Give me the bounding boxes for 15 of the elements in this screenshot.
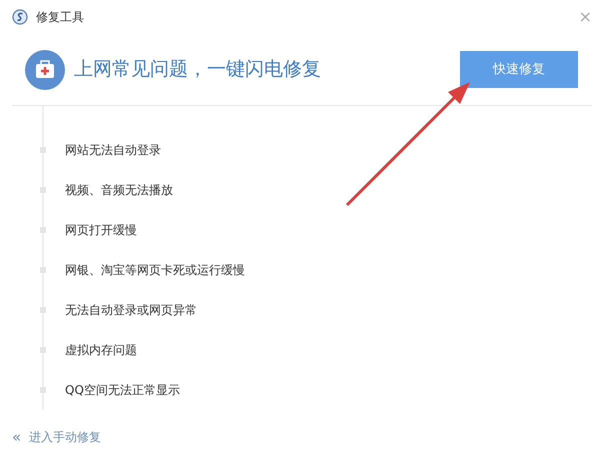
issue-item: 网页打开缓慢 [65,222,137,239]
issue-item: 无法自动登录或网页异常 [65,302,197,319]
issue-item: 网站无法自动登录 [65,142,161,159]
manual-repair-link[interactable]: 进入手动修复 [29,428,102,446]
issue-item: QQ空间无法正常显示 [65,382,180,399]
quick-repair-button[interactable]: 快速修复 [460,51,578,88]
issue-item: 虚拟内存问题 [65,342,137,359]
window-title: 修复工具 [36,9,84,26]
medical-kit-icon [24,48,66,90]
close-button[interactable]: × [578,9,592,25]
logo-icon [12,9,28,25]
issue-item: 网银、淘宝等网页卡死或运行缓慢 [65,262,245,279]
header-title: 上网常见问题，一键闪电修复 [74,57,321,82]
issue-item: 视频、音频无法播放 [65,182,173,199]
double-chevron-icon: « [12,430,22,444]
